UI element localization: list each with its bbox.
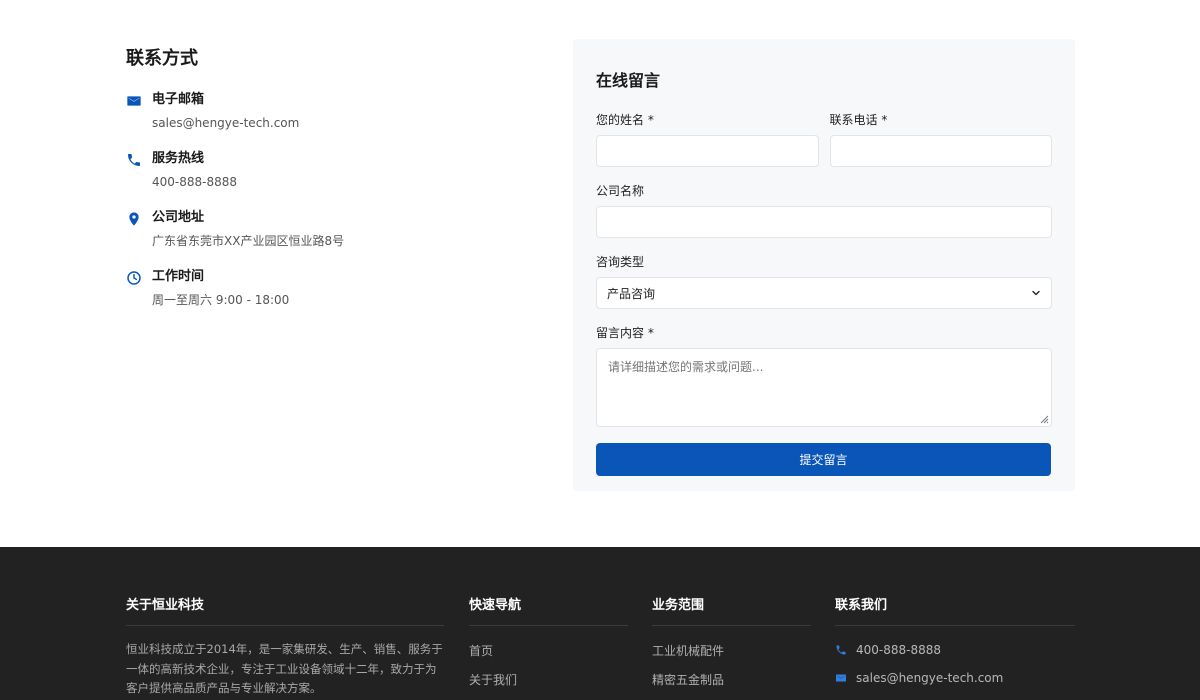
contact-item-label: 公司地址 bbox=[152, 210, 205, 225]
footer-contact-phone[interactable]: 400-888-8888 bbox=[835, 643, 1075, 657]
message-group: 留言内容 * bbox=[596, 326, 1052, 427]
resize-handle-icon[interactable] bbox=[1040, 415, 1049, 424]
inquiry-type-select[interactable]: 产品咨询 bbox=[596, 277, 1052, 309]
footer-nav: 快速导航 首页 关于我们 bbox=[469, 598, 628, 700]
footer-link-about[interactable]: 关于我们 bbox=[469, 673, 628, 687]
message-textarea[interactable] bbox=[596, 348, 1052, 427]
contact-item-address: 公司地址 广东省东莞市XX产业园区恒业路8号 bbox=[126, 210, 526, 248]
name-phone-row: 您的姓名 * 联系电话 * bbox=[596, 113, 1052, 184]
contact-info-section: 联系方式 电子邮箱 sales@hengye-tech.com 服务热线 400… bbox=[126, 44, 526, 328]
contact-item-label: 服务热线 bbox=[152, 151, 205, 166]
location-pin-icon bbox=[129, 212, 139, 226]
submit-message-button[interactable]: 提交留言 bbox=[596, 443, 1051, 476]
message-form-panel: 在线留言 您的姓名 * 联系电话 * 公司名称 咨询类型 产品咨询 留言内容 *… bbox=[573, 39, 1075, 491]
company-input[interactable] bbox=[596, 206, 1052, 238]
mail-icon bbox=[836, 674, 846, 682]
footer-contact-list: 400-888-8888 sales@hengye-tech.com bbox=[835, 643, 1075, 685]
footer-nav-heading: 快速导航 bbox=[469, 598, 628, 626]
company-group: 公司名称 bbox=[596, 184, 1052, 238]
contact-item-value: 广东省东莞市XX产业园区恒业路8号 bbox=[152, 234, 345, 248]
footer-business: 业务范围 工业机械配件 精密五金制品 bbox=[652, 598, 811, 700]
footer-business-heading: 业务范围 bbox=[652, 598, 811, 626]
phone-input[interactable] bbox=[829, 135, 1052, 167]
contact-item-value: 400-888-8888 bbox=[152, 175, 238, 189]
chevron-down-icon bbox=[1032, 290, 1040, 296]
company-label: 公司名称 bbox=[596, 184, 645, 198]
contact-item-value: sales@hengye-tech.com bbox=[152, 116, 300, 130]
message-label: 留言内容 * bbox=[596, 326, 654, 340]
contact-item-value: 周一至周六 9:00 - 18:00 bbox=[152, 293, 290, 307]
contact-item-phone: 服务热线 400-888-8888 bbox=[126, 151, 526, 189]
phone-label: 联系电话 * bbox=[829, 113, 888, 127]
phone-icon bbox=[836, 645, 846, 655]
footer-contact-heading: 联系我们 bbox=[835, 598, 1075, 626]
footer-link-machinery-parts[interactable]: 工业机械配件 bbox=[652, 644, 811, 658]
footer-contact-email[interactable]: sales@hengye-tech.com bbox=[835, 671, 1075, 685]
footer-link-home[interactable]: 首页 bbox=[469, 644, 628, 658]
contact-item-label: 电子邮箱 bbox=[152, 92, 205, 107]
contact-title: 联系方式 bbox=[126, 48, 198, 69]
site-footer: 关于恒业科技 恒业科技成立于2014年，是一家集研发、生产、销售、服务于一体的高… bbox=[0, 547, 1200, 700]
footer-contact: 联系我们 400-888-8888 sales@hengye-tech.com bbox=[835, 598, 1075, 699]
inquiry-type-label: 咨询类型 bbox=[596, 255, 645, 269]
footer-link-precision-hardware[interactable]: 精密五金制品 bbox=[652, 673, 811, 687]
footer-about: 关于恒业科技 恒业科技成立于2014年，是一家集研发、生产、销售、服务于一体的高… bbox=[126, 598, 444, 699]
name-group: 您的姓名 * bbox=[596, 113, 819, 167]
footer-contact-phone-text: 400-888-8888 bbox=[856, 643, 942, 657]
inquiry-type-selected: 产品咨询 bbox=[607, 286, 656, 301]
mail-icon bbox=[127, 96, 141, 106]
phone-icon bbox=[128, 154, 140, 166]
contact-item-email: 电子邮箱 sales@hengye-tech.com bbox=[126, 92, 526, 130]
footer-business-links: 工业机械配件 精密五金制品 bbox=[652, 644, 811, 687]
name-label: 您的姓名 * bbox=[596, 113, 654, 127]
name-input[interactable] bbox=[596, 135, 819, 167]
form-title: 在线留言 bbox=[596, 71, 661, 90]
contact-item-hours: 工作时间 周一至周六 9:00 - 18:00 bbox=[126, 269, 526, 307]
footer-nav-links: 首页 关于我们 bbox=[469, 644, 628, 687]
inquiry-type-group: 咨询类型 产品咨询 bbox=[596, 255, 1052, 309]
footer-about-heading: 关于恒业科技 bbox=[126, 598, 444, 626]
message-textarea-wrap bbox=[596, 348, 1052, 427]
footer-about-text: 恒业科技成立于2014年，是一家集研发、生产、销售、服务于一体的高新技术企业，专… bbox=[126, 642, 443, 695]
clock-icon bbox=[127, 271, 141, 285]
contact-item-label: 工作时间 bbox=[152, 269, 205, 284]
footer-contact-email-text: sales@hengye-tech.com bbox=[856, 671, 1004, 685]
phone-group: 联系电话 * bbox=[829, 113, 1052, 167]
